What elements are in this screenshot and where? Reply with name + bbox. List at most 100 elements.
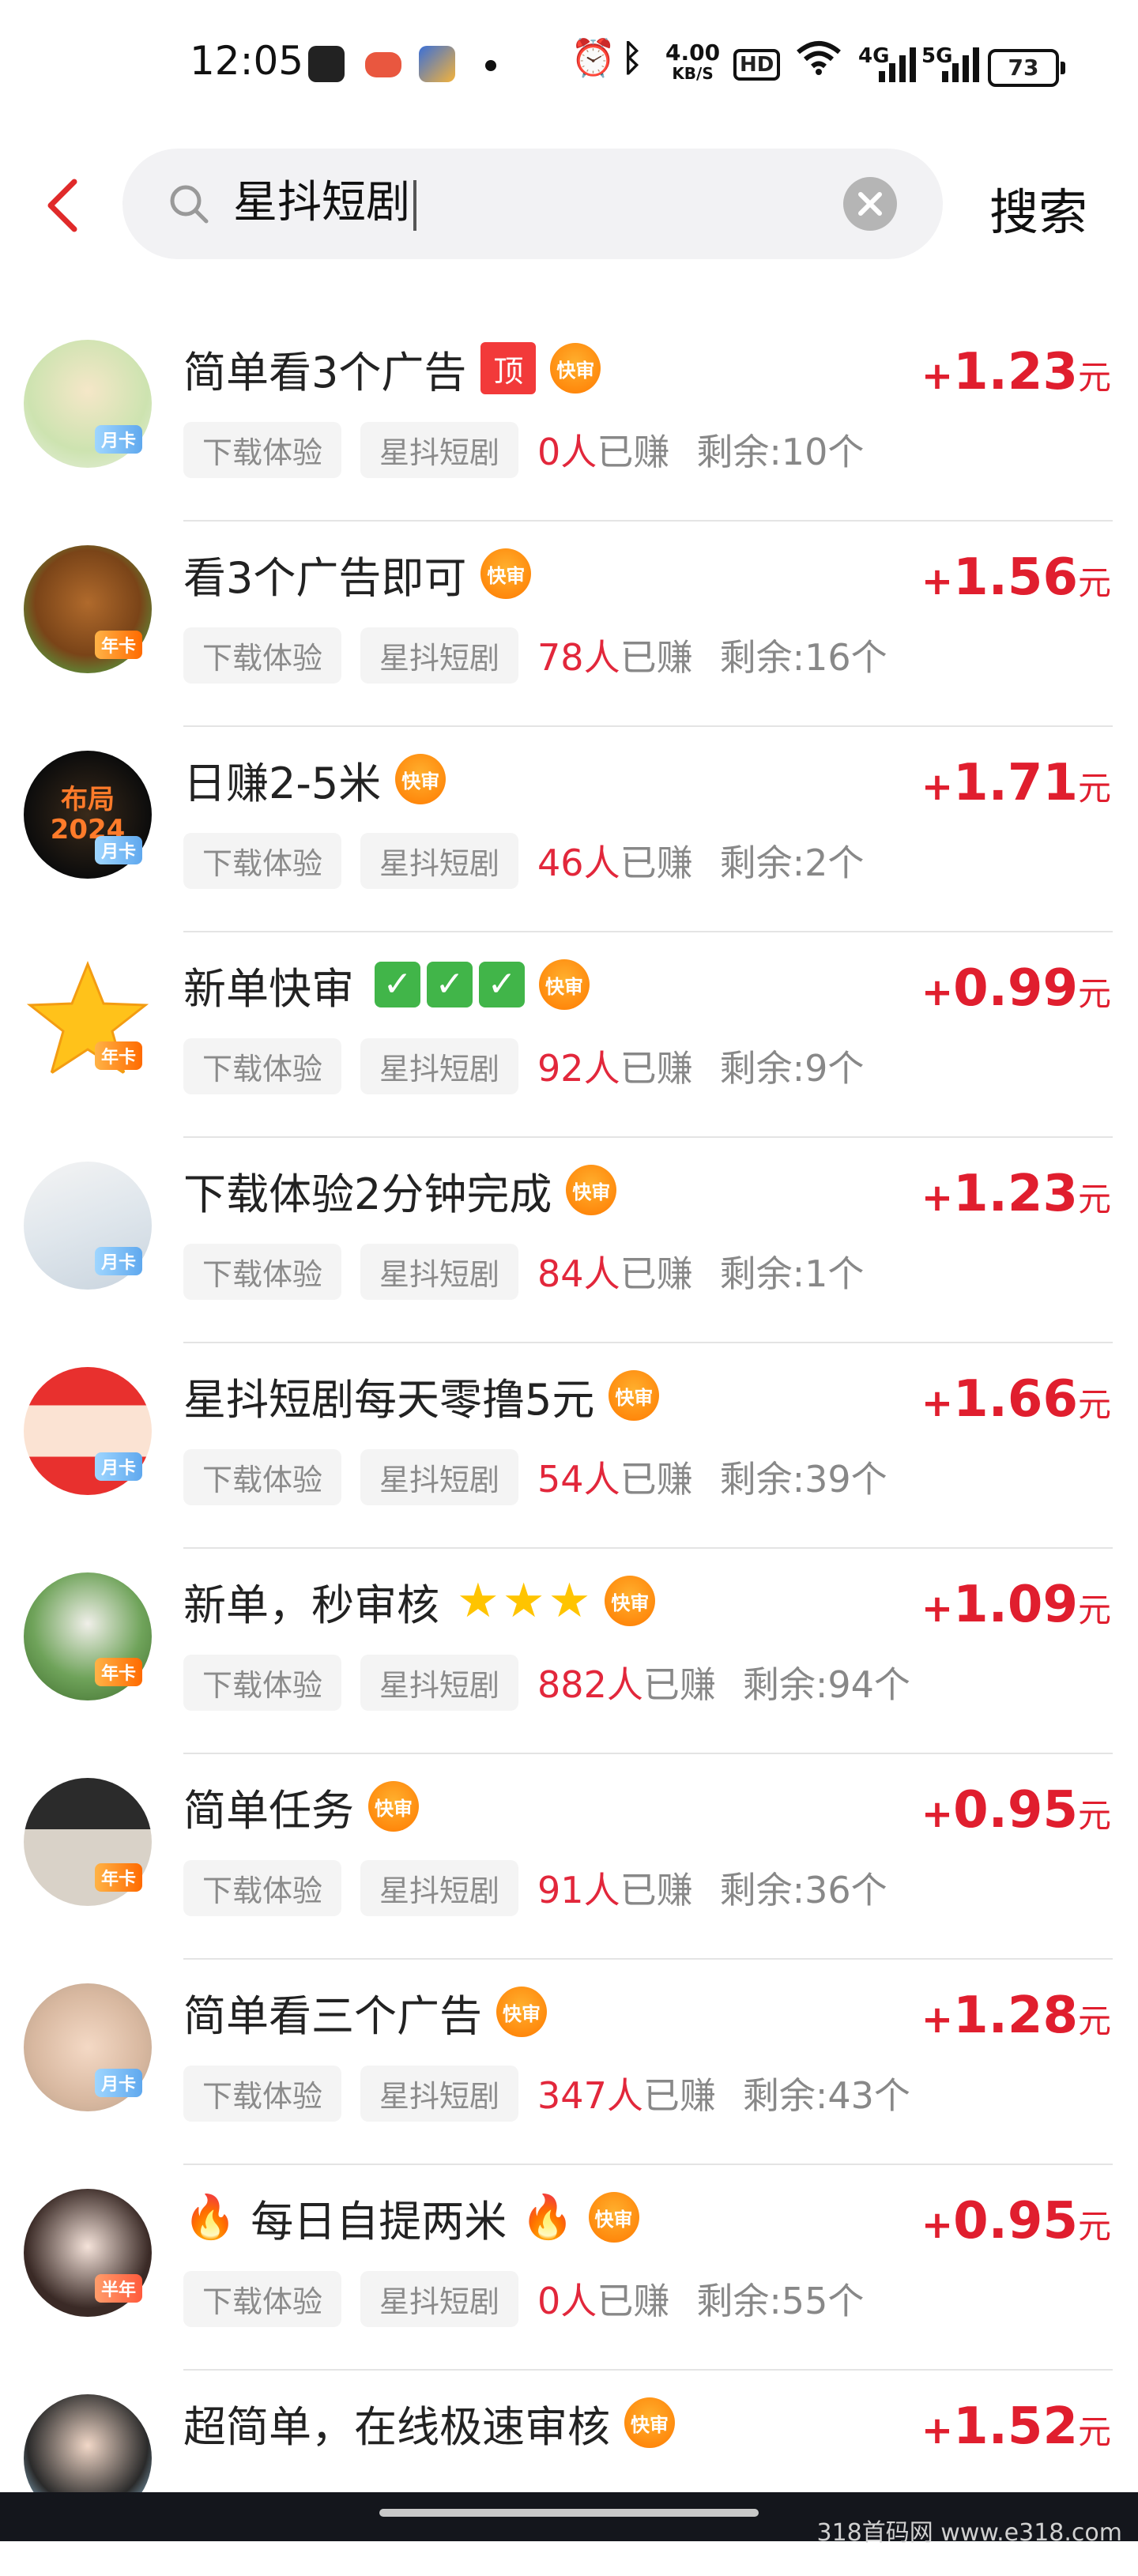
app-notification-icon-2 (419, 46, 455, 82)
star-icon: ★ (457, 1573, 499, 1629)
reward-price: +1.52元 (921, 2397, 1111, 2456)
app-tag: 星抖短剧 (360, 1448, 519, 1505)
category-tag: 下载体验 (183, 421, 342, 478)
text-caret (413, 179, 416, 231)
reward-price: +1.23元 (921, 343, 1111, 401)
remaining-count: 剩余:39个 (719, 1458, 887, 1501)
task-item[interactable]: 月卡 星抖短剧每天零撸5元 快审 下载体验 星抖短剧 54人已赚 剩余:39个 … (0, 1343, 1138, 1549)
search-button[interactable]: 搜索 (989, 172, 1087, 243)
remaining-count: 剩余:43个 (742, 2074, 910, 2117)
task-title: 看3个广告即可 (183, 552, 467, 603)
app-tag: 星抖短剧 (360, 2270, 519, 2327)
task-item[interactable]: 年卡 新单，秒审核 ★★★ 快审 下载体验 星抖短剧 882人已赚 剩余:94个… (0, 1549, 1138, 1754)
network-speed-unit: KB/S (672, 64, 714, 83)
task-title-row: 简单任务 快审 (183, 1775, 419, 1838)
task-item[interactable]: 月卡 下载体验2分钟完成 快审 下载体验 星抖短剧 84人已赚 剩余:1个 +1… (0, 1138, 1138, 1343)
fast-review-badge: 快审 (588, 2192, 639, 2243)
task-title-row: 星抖短剧每天零撸5元 快审 (183, 1364, 660, 1427)
vip-badge: 月卡 (95, 425, 143, 454)
task-item[interactable]: 布局 2024 月卡 日赚2-5米 快审 下载体验 星抖短剧 46人已赚 剩余:… (0, 727, 1138, 932)
task-item[interactable]: 年卡 新单快审 ✓ ✓ ✓ 快审 下载体验 星抖短剧 92人已赚 剩余:9个 +0.… (0, 932, 1138, 1138)
reward-price: +0.95元 (921, 2192, 1111, 2250)
category-tag: 下载体验 (183, 1654, 342, 1711)
earned-count: 0人已赚 (537, 2280, 670, 2322)
reward-price: +1.66元 (921, 1370, 1111, 1429)
search-input[interactable]: 星抖短剧 (233, 175, 416, 231)
home-indicator[interactable] (379, 2509, 759, 2517)
fast-review-badge: 快审 (550, 343, 601, 394)
vip-badge: 年卡 (95, 631, 143, 659)
clear-search-button[interactable] (843, 177, 897, 231)
app-tag: 星抖短剧 (360, 1243, 519, 1300)
app-tag: 星抖短剧 (360, 2065, 519, 2122)
reward-price: +0.99元 (921, 959, 1111, 1018)
bluetooth-icon: ᛒ (621, 36, 643, 79)
reward-price: +1.23元 (921, 1165, 1111, 1223)
earned-count: 0人已赚 (537, 431, 670, 473)
task-title: 简单看3个广告 (183, 347, 467, 397)
task-item[interactable]: 月卡 简单看三个广告 快审 下载体验 星抖短剧 347人已赚 剩余:43个 +1… (0, 1960, 1138, 2165)
task-title-row: 下载体验2分钟完成 快审 (183, 1158, 617, 1222)
check-icon: ✓ (479, 962, 525, 1007)
remaining-count: 剩余:1个 (719, 1252, 865, 1295)
search-icon (170, 185, 209, 224)
fast-review-badge: 快审 (566, 1165, 617, 1215)
task-meta: 下载体验 星抖短剧 46人已赚 剩余:2个 (183, 832, 865, 889)
vip-badge: 年卡 (95, 1041, 143, 1070)
task-title: 简单看三个广告 (183, 1990, 482, 2041)
task-list: 月卡 简单看3个广告 顶 快审 下载体验 星抖短剧 0人已赚 剩余:10个 +1… (0, 316, 1138, 2576)
task-item[interactable]: 月卡 简单看3个广告 顶 快审 下载体验 星抖短剧 0人已赚 剩余:10个 +1… (0, 316, 1138, 522)
earned-count: 91人已赚 (537, 1869, 693, 1911)
status-bar: 12:05 ⏰ ᛒ 4.00 KB/S HD 4G 5G 73 (0, 0, 1138, 126)
battery-icon: 73 (988, 49, 1065, 87)
more-notifications-dot-icon (485, 60, 496, 71)
search-query: 星抖短剧 (233, 177, 410, 228)
reward-price: +1.71元 (921, 754, 1111, 812)
task-item[interactable]: 年卡 简单任务 快审 下载体验 星抖短剧 91人已赚 剩余:36个 +0.95元 (0, 1754, 1138, 1960)
task-item[interactable]: 年卡 看3个广告即可 快审 下载体验 星抖短剧 78人已赚 剩余:16个 +1.… (0, 522, 1138, 727)
vip-badge: 半年 (95, 2274, 143, 2303)
category-tag: 下载体验 (183, 1038, 342, 1094)
category-tag: 下载体验 (183, 1448, 342, 1505)
status-time: 12:05 (190, 38, 304, 84)
fast-review-badge: 快审 (605, 1576, 656, 1626)
back-button[interactable] (40, 174, 87, 237)
close-icon (858, 192, 882, 216)
task-title: 新单，秒审核 (183, 1580, 439, 1630)
vip-badge: 月卡 (95, 1452, 143, 1481)
earned-count: 882人已赚 (537, 1663, 716, 1706)
network-speed: 4.00 KB/S (665, 42, 720, 84)
star-icon: ★ (548, 1573, 591, 1629)
alarm-icon: ⏰ (571, 36, 616, 79)
check-emoji-group: ✓ ✓ ✓ (368, 962, 525, 1007)
task-title: 日赚2-5米 (183, 758, 382, 808)
category-tag: 下载体验 (183, 1243, 342, 1300)
task-title: 简单任务 (183, 1785, 354, 1836)
earned-count: 46人已赚 (537, 842, 693, 884)
fast-review-badge: 快审 (368, 1781, 419, 1832)
category-tag: 下载体验 (183, 627, 342, 684)
search-bar[interactable]: 星抖短剧 (122, 149, 943, 259)
fast-review-badge: 快审 (624, 2397, 675, 2448)
task-title: 超简单，在线极速审核 (183, 2401, 610, 2452)
fast-review-badge: 快审 (480, 548, 532, 599)
app-tag: 星抖短剧 (360, 832, 519, 889)
fast-review-badge: 快审 (496, 1987, 547, 2037)
signal-4g-icon (879, 46, 916, 82)
task-title-row: 新单，秒审核 ★★★ 快审 (183, 1569, 656, 1633)
task-title-row: 超简单，在线极速审核 快审 (183, 2391, 675, 2454)
task-title-row: 日赚2-5米 快审 (183, 748, 447, 811)
hd-icon: HD (733, 49, 781, 81)
remaining-count: 剩余:2个 (719, 842, 865, 884)
check-icon: ✓ (375, 962, 420, 1007)
vip-badge: 年卡 (95, 1863, 143, 1892)
task-title: 每日自提两米 (251, 2196, 507, 2246)
task-meta: 下载体验 星抖短剧 0人已赚 剩余:10个 (183, 421, 864, 478)
task-title-row: 看3个广告即可 快审 (183, 542, 532, 605)
task-meta: 下载体验 星抖短剧 882人已赚 剩余:94个 (183, 1654, 910, 1711)
vip-badge: 月卡 (95, 836, 143, 864)
task-item[interactable]: 半年 🔥 每日自提两米 🔥 快审 下载体验 星抖短剧 0人已赚 剩余:55个 +… (0, 2165, 1138, 2371)
chevron-left-icon (47, 179, 77, 232)
task-meta: 下载体验 星抖短剧 0人已赚 剩余:55个 (183, 2270, 864, 2327)
remaining-count: 剩余:36个 (719, 1869, 887, 1911)
